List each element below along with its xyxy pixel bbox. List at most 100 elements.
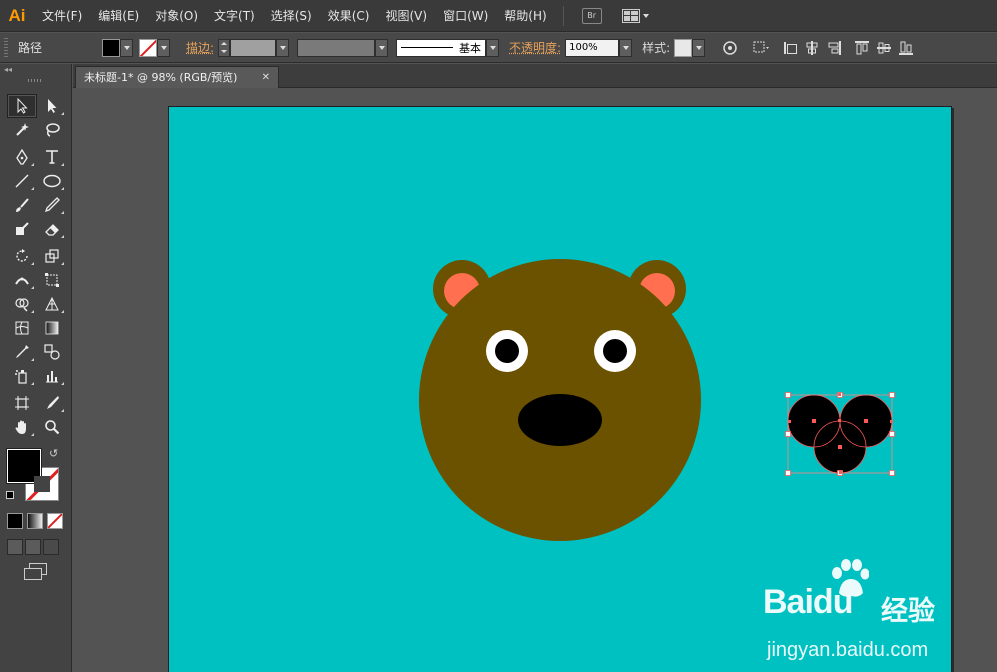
shape-builder-icon — [15, 298, 29, 312]
stroke-weight-dropdown[interactable] — [276, 38, 290, 57]
align-bottom-button[interactable] — [895, 37, 917, 59]
menu-edit[interactable]: 编辑(E) — [90, 0, 147, 32]
menu-object[interactable]: 对象(O) — [147, 0, 206, 32]
collapse-panel-button[interactable]: ◂◂ — [0, 64, 71, 76]
menu-view[interactable]: 视图(V) — [377, 0, 435, 32]
fill-color-control[interactable] — [102, 38, 133, 57]
canvas-area[interactable]: Baidu 经验 jingyan.baidu.com — [73, 89, 997, 672]
screen-mode-button[interactable] — [24, 563, 47, 580]
document-tab-title: 未标题-1* @ 98% (RGB/预览) — [84, 70, 238, 84]
variable-width-field[interactable] — [297, 38, 376, 57]
align-middle-button[interactable] — [873, 37, 895, 59]
blob-brush-tool[interactable] — [7, 217, 37, 241]
color-mode-button[interactable] — [7, 513, 23, 529]
type-tool[interactable] — [37, 145, 67, 169]
selection-tool[interactable] — [7, 94, 37, 118]
fill-dropdown-button[interactable] — [120, 38, 133, 57]
blob-brush-icon — [16, 222, 29, 235]
rotate-icon — [16, 249, 28, 262]
scale-tool[interactable] — [37, 244, 67, 268]
bridge-button[interactable]: Br — [581, 7, 602, 24]
paintbrush-icon — [16, 198, 29, 212]
draw-normal-button[interactable] — [7, 539, 23, 555]
ellipse-tool[interactable] — [37, 169, 67, 193]
rotate-tool[interactable] — [7, 244, 37, 268]
gradient-tool[interactable] — [37, 316, 67, 340]
opacity-input[interactable]: 100% — [565, 38, 620, 57]
align-to-button[interactable] — [751, 37, 773, 59]
eyedropper-tool[interactable] — [7, 340, 37, 364]
perspective-grid-tool[interactable] — [37, 292, 67, 316]
selected-circles-group[interactable] — [785, 392, 895, 476]
eyedropper-icon — [16, 345, 29, 358]
stroke-weight-label[interactable]: 描边: — [186, 39, 214, 56]
draw-inside-button[interactable] — [43, 539, 59, 555]
chevron-down-icon — [378, 45, 385, 50]
width-tool[interactable] — [7, 268, 37, 292]
menu-bar: Ai 文件(F) 编辑(E) 对象(O) 文字(T) 选择(S) 效果(C) 视… — [0, 0, 997, 32]
variable-width-dropdown[interactable] — [375, 38, 389, 57]
menu-file[interactable]: 文件(F) — [34, 0, 90, 32]
none-mode-button[interactable] — [47, 513, 63, 529]
menu-type[interactable]: 文字(T) — [206, 0, 263, 32]
hand-tool[interactable] — [7, 415, 37, 439]
align-left-button[interactable] — [779, 37, 801, 59]
brush-definition-dropdown[interactable] — [486, 38, 500, 57]
menu-effect[interactable]: 效果(C) — [320, 0, 378, 32]
menu-window[interactable]: 窗口(W) — [435, 0, 496, 32]
eraser-tool[interactable] — [37, 217, 67, 241]
document-tab[interactable]: 未标题-1* @ 98% (RGB/预览) ✕ — [75, 66, 279, 88]
brush-definition-label: 基本 — [459, 41, 482, 55]
align-center-button[interactable] — [801, 37, 823, 59]
workspace-switcher-button[interactable] — [621, 8, 649, 23]
opacity-label[interactable]: 不透明度: — [509, 39, 561, 56]
chevron-down-icon — [123, 45, 130, 50]
menu-help[interactable]: 帮助(H) — [496, 0, 554, 32]
blend-tool[interactable] — [37, 340, 67, 364]
recolor-artwork-button[interactable] — [719, 37, 741, 59]
symbol-sprayer-tool[interactable] — [7, 364, 37, 388]
tools-grip[interactable] — [28, 79, 43, 82]
column-graph-tool[interactable] — [37, 364, 67, 388]
stroke-color-control[interactable] — [139, 38, 170, 57]
bear-left-pupil[interactable] — [495, 339, 519, 363]
swap-fill-stroke-icon[interactable]: ↺ — [49, 447, 58, 460]
free-transform-tool[interactable] — [37, 268, 67, 292]
watermark-url: jingyan.baidu.com — [767, 639, 929, 661]
graphic-style-dropdown[interactable] — [692, 38, 706, 57]
mesh-grid-icon — [15, 321, 29, 335]
slice-tool[interactable] — [37, 391, 67, 415]
stroke-weight-field[interactable] — [230, 38, 277, 57]
draw-behind-button[interactable] — [25, 539, 41, 555]
zoom-tool[interactable] — [37, 415, 67, 439]
opacity-dropdown[interactable] — [619, 38, 633, 57]
fill-swatch[interactable] — [102, 38, 120, 57]
graphic-style-swatch[interactable] — [674, 38, 693, 57]
pen-tool[interactable] — [7, 145, 37, 169]
style-label: 样式: — [642, 41, 671, 55]
align-right-button[interactable] — [823, 37, 845, 59]
stroke-weight-stepper[interactable] — [218, 38, 231, 57]
pencil-tool[interactable] — [37, 193, 67, 217]
align-top-button[interactable] — [851, 37, 873, 59]
artboard-tool[interactable] — [7, 391, 37, 415]
magic-wand-tool[interactable] — [7, 118, 37, 142]
watermark-brand-cn: 经验 — [881, 596, 935, 627]
shape-builder-tool[interactable] — [7, 292, 37, 316]
brush-definition-field[interactable]: 基本 — [396, 38, 487, 57]
bear-right-pupil[interactable] — [603, 339, 627, 363]
stroke-none-swatch[interactable] — [139, 38, 157, 57]
line-segment-tool[interactable] — [7, 169, 37, 193]
close-icon[interactable]: ✕ — [262, 68, 270, 88]
paintbrush-tool[interactable] — [7, 193, 37, 217]
panel-grip[interactable] — [4, 37, 8, 58]
direct-selection-tool[interactable] — [37, 94, 67, 118]
lasso-tool[interactable] — [37, 118, 67, 142]
mesh-tool[interactable] — [7, 316, 37, 340]
gradient-mode-button[interactable] — [27, 513, 43, 529]
bear-nose[interactable] — [518, 394, 602, 446]
stroke-dropdown-button[interactable] — [157, 38, 170, 57]
menu-select[interactable]: 选择(S) — [263, 0, 320, 32]
align-right-icon — [828, 40, 842, 55]
default-fill-stroke-icon[interactable] — [6, 491, 17, 502]
